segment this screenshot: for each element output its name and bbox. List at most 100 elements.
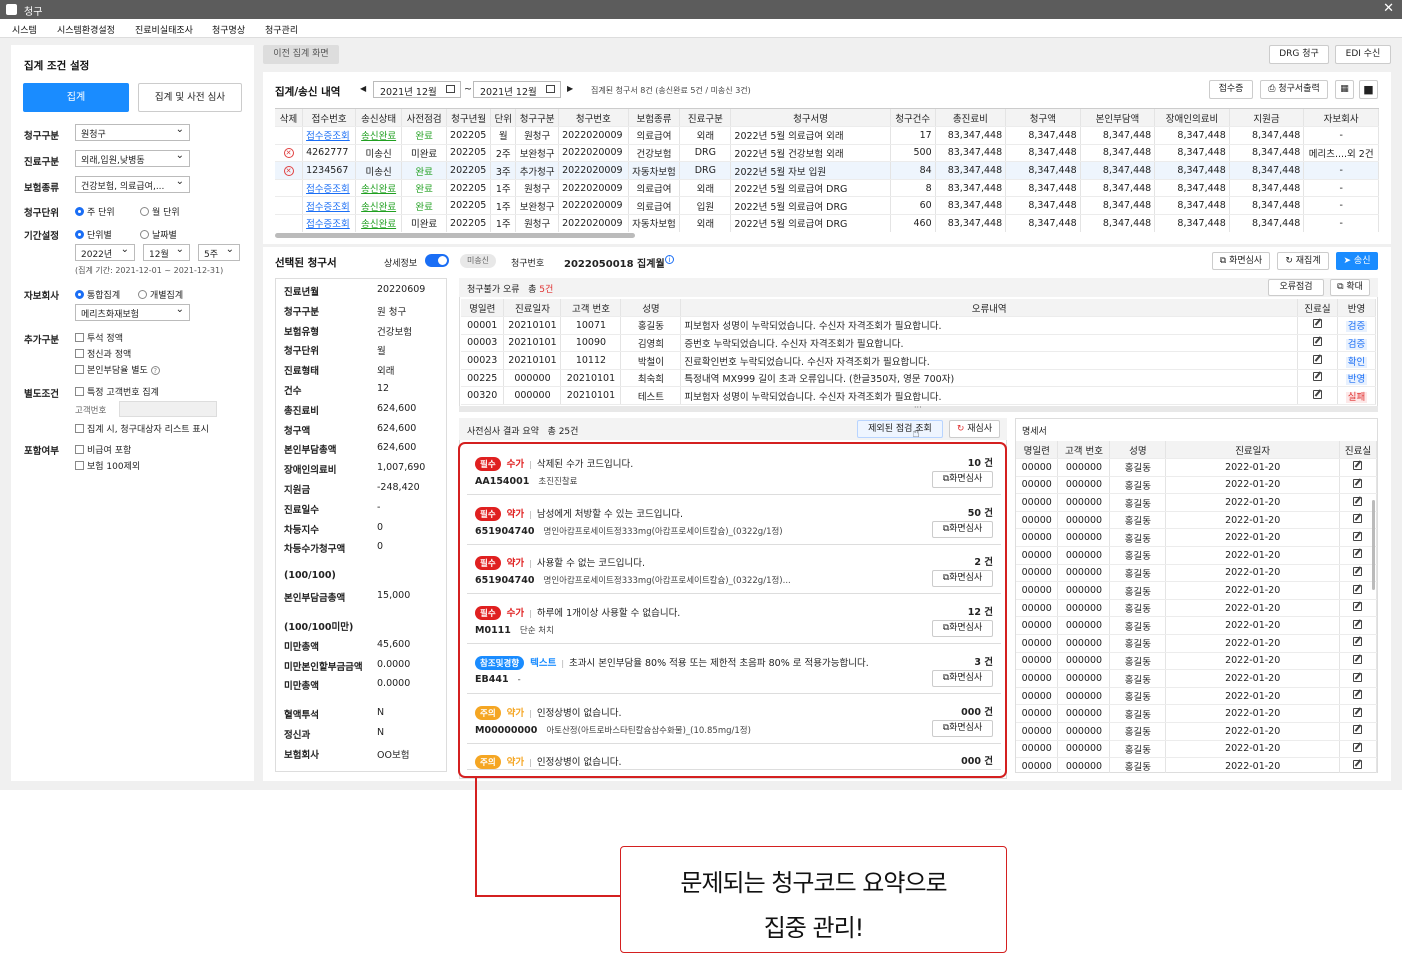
apply-status[interactable]: 반영 xyxy=(1345,374,1368,386)
edit-icon[interactable] xyxy=(1353,478,1363,488)
edit-icon[interactable] xyxy=(1353,637,1363,647)
statement-row[interactable]: 00000 000000 홍길동 2022-01-20 xyxy=(1016,458,1377,477)
unit-month-radio[interactable]: 월 단위 xyxy=(140,205,180,218)
edit-icon[interactable] xyxy=(1353,496,1363,506)
close-icon[interactable]: ✕ xyxy=(1383,1,1394,16)
edit-icon[interactable] xyxy=(1353,549,1363,559)
statement-row[interactable]: 00000 000000 홍길동 2022-01-20 xyxy=(1016,722,1377,741)
apply-status[interactable]: 검증 xyxy=(1345,338,1368,350)
info-icon[interactable]: i xyxy=(665,255,674,264)
cond-list-checkbox[interactable]: 집계 시, 청구대상자 리스트 표시 xyxy=(75,422,209,435)
statement-scrollbar[interactable] xyxy=(1372,500,1375,590)
receipt-link[interactable]: 접수증조회 xyxy=(306,131,350,142)
menu-survey[interactable]: 진료비실태조사 xyxy=(135,23,193,36)
reaggregate-button[interactable]: ↻ 재집계 xyxy=(1277,252,1329,270)
edit-icon[interactable] xyxy=(1353,461,1363,471)
statement-row[interactable]: 00000 000000 홍길동 2022-01-20 xyxy=(1016,476,1377,495)
edit-icon[interactable] xyxy=(1312,372,1322,382)
receipt-button[interactable]: 접수증 xyxy=(1209,80,1253,99)
incl-100-checkbox[interactable]: 보험 100제외 xyxy=(75,459,140,472)
table-row[interactable]: ✕ 4262777 미송신 미완료 202205 2주 보완청구 2022020009 건강보험… xyxy=(275,144,1379,163)
statement-row[interactable]: 00000 000000 홍길동 2022-01-20 xyxy=(1016,493,1377,512)
period-unit-radio[interactable]: 단위별 xyxy=(75,228,112,241)
detail-toggle[interactable] xyxy=(425,254,449,267)
table-row[interactable]: 접수증조회 송신완료 완료 202205 1주 보완청구 2022020009 의료급여 입원 2… xyxy=(275,196,1379,216)
auto-all-radio[interactable]: 통합집계 xyxy=(75,288,120,301)
statement-row[interactable]: 00000 000000 홍길동 2022-01-20 xyxy=(1016,511,1377,530)
error-row[interactable]: 00003 20210101 10090 김영희 증번호 누락되었습니다. 수신자 자격… xyxy=(461,334,1376,353)
delete-icon[interactable]: ✕ xyxy=(283,148,294,159)
statement-row[interactable]: 00000 000000 홍길동 2022-01-20 xyxy=(1016,581,1377,600)
incl-nonpay-checkbox[interactable]: 비급여 포함 xyxy=(75,443,131,456)
table-row[interactable]: 접수증조회 송신완료 완료 202205 월 원청구 2022020009 의료급여 외래 202… xyxy=(275,126,1379,145)
to-month-input[interactable]: 2021년 12월 xyxy=(473,81,561,98)
menu-claim-view[interactable]: 청구명상 xyxy=(212,23,245,36)
edit-icon[interactable] xyxy=(1312,389,1322,399)
statement-row[interactable]: 00000 000000 홍길동 2022-01-20 xyxy=(1016,528,1377,548)
statement-row[interactable]: 00000 000000 홍길동 2022-01-20 xyxy=(1016,652,1377,671)
expand-button[interactable]: ⧉ 확대 xyxy=(1330,279,1370,296)
edit-icon[interactable] xyxy=(1312,354,1322,364)
statement-row[interactable]: 00000 000000 홍길동 2022-01-20 xyxy=(1016,634,1377,653)
error-check-button[interactable]: 오류점검 xyxy=(1268,279,1324,296)
edit-icon[interactable] xyxy=(1353,566,1363,576)
year-select[interactable]: 2022년 xyxy=(75,244,135,261)
statement-row[interactable]: 00000 000000 홍길동 2022-01-20 xyxy=(1016,564,1377,583)
edit-icon[interactable] xyxy=(1353,619,1363,629)
next-month-icon[interactable]: ▶ xyxy=(567,84,573,93)
table-row[interactable]: ✕ 1234567 미송신 완료 202205 3주 추가청구 2022020009 자동차보험… xyxy=(275,161,1379,180)
edit-icon[interactable] xyxy=(1353,531,1363,541)
unit-week-radio[interactable]: 주 단위 xyxy=(75,205,115,218)
edit-icon[interactable] xyxy=(1353,584,1363,594)
extra-rate-checkbox[interactable]: 본인부담율 별도 ? xyxy=(75,363,160,376)
aggregate-button[interactable]: 집계 xyxy=(23,83,129,112)
receipt-link[interactable]: 접수증조회 xyxy=(306,219,350,230)
statement-row[interactable]: 00000 000000 홍길동 2022-01-20 xyxy=(1016,669,1377,688)
from-month-input[interactable]: 2021년 12월 xyxy=(373,81,461,98)
extra-dialysis-checkbox[interactable]: 투석 정액 xyxy=(75,331,123,344)
recheck-button[interactable]: ↻ 재심사 xyxy=(949,420,1000,438)
apply-status[interactable]: 검증 xyxy=(1345,321,1368,333)
table-row[interactable]: 접수증조회 송신완료 미완료 202205 1주 원청구 2022020009 자동차보험 외래… xyxy=(275,214,1379,232)
edi-receive-button[interactable]: EDI 수신 xyxy=(1335,45,1391,64)
error-row[interactable]: 00001 20210101 10071 홍길동 피보험자 성명이 누락되었습니다. 수… xyxy=(461,316,1376,335)
menu-system[interactable]: 시스템 xyxy=(12,23,37,36)
edit-icon[interactable] xyxy=(1312,319,1322,329)
auto-company-select[interactable]: 메리츠화재보험 xyxy=(75,304,190,321)
table-row[interactable]: 접수증조회 송신완료 완료 202205 1주 원청구 2022020009 의료급여 외래 20… xyxy=(275,179,1379,198)
week-select[interactable]: 5주 xyxy=(198,244,240,261)
edit-icon[interactable] xyxy=(1353,514,1363,524)
receipt-link[interactable]: 접수증조회 xyxy=(306,184,350,195)
delete-icon[interactable]: ✕ xyxy=(283,166,294,177)
edit-icon[interactable] xyxy=(1353,602,1363,612)
menu-settings[interactable]: 시스템환경설정 xyxy=(57,23,115,36)
list-scrollbar[interactable] xyxy=(275,233,635,238)
error-splitter[interactable]: ··· xyxy=(459,403,1378,412)
edit-icon[interactable] xyxy=(1353,760,1363,770)
insurance-select[interactable]: 건강보험, 의료급여,... xyxy=(75,176,190,193)
print-claim-button[interactable]: ⎙ 청구서출력 xyxy=(1260,80,1328,99)
prev-month-icon[interactable]: ◀ xyxy=(360,84,366,93)
edit-icon[interactable] xyxy=(1353,690,1363,700)
claim-type-select[interactable]: 원청구 xyxy=(75,124,190,141)
edit-icon[interactable] xyxy=(1353,654,1363,664)
period-date-radio[interactable]: 날짜별 xyxy=(140,228,177,241)
edit-icon[interactable] xyxy=(1312,336,1322,346)
auto-each-radio[interactable]: 개별집계 xyxy=(138,288,183,301)
error-row[interactable]: 00225 000000 20210101 최숙희 특정내역 MX999 길이 초과 오… xyxy=(461,369,1376,388)
customer-number-input[interactable] xyxy=(119,401,217,417)
error-row[interactable]: 00023 20210101 10112 박철이 진료확인번호 누락되었습니다. 수신자… xyxy=(461,351,1376,370)
send-button[interactable]: ➤ 송신 xyxy=(1336,252,1378,270)
edit-icon[interactable] xyxy=(1353,672,1363,682)
edit-icon[interactable] xyxy=(1353,725,1363,735)
aggregate-precheck-button[interactable]: 집계 및 사전 심사 xyxy=(138,83,242,112)
care-type-select[interactable]: 외래,입원,낮병동 xyxy=(75,150,190,167)
cond-customer-checkbox[interactable]: 특정 고객번호 집계 xyxy=(75,385,159,398)
extra-psych-checkbox[interactable]: 정신과 정액 xyxy=(75,347,131,360)
menu-claim-manage[interactable]: 청구관리 xyxy=(265,23,298,36)
statement-row[interactable]: 00000 000000 홍길동 2022-01-20 xyxy=(1016,687,1377,706)
statement-row[interactable]: 00000 000000 홍길동 2022-01-20 xyxy=(1016,757,1377,773)
statement-row[interactable]: 00000 000000 홍길동 2022-01-20 xyxy=(1016,599,1377,618)
apply-status[interactable]: 실패 xyxy=(1345,391,1368,403)
error-row[interactable]: 00320 000000 20210101 테스트 피보험자 성명이 누락되었습니다. … xyxy=(461,386,1376,406)
